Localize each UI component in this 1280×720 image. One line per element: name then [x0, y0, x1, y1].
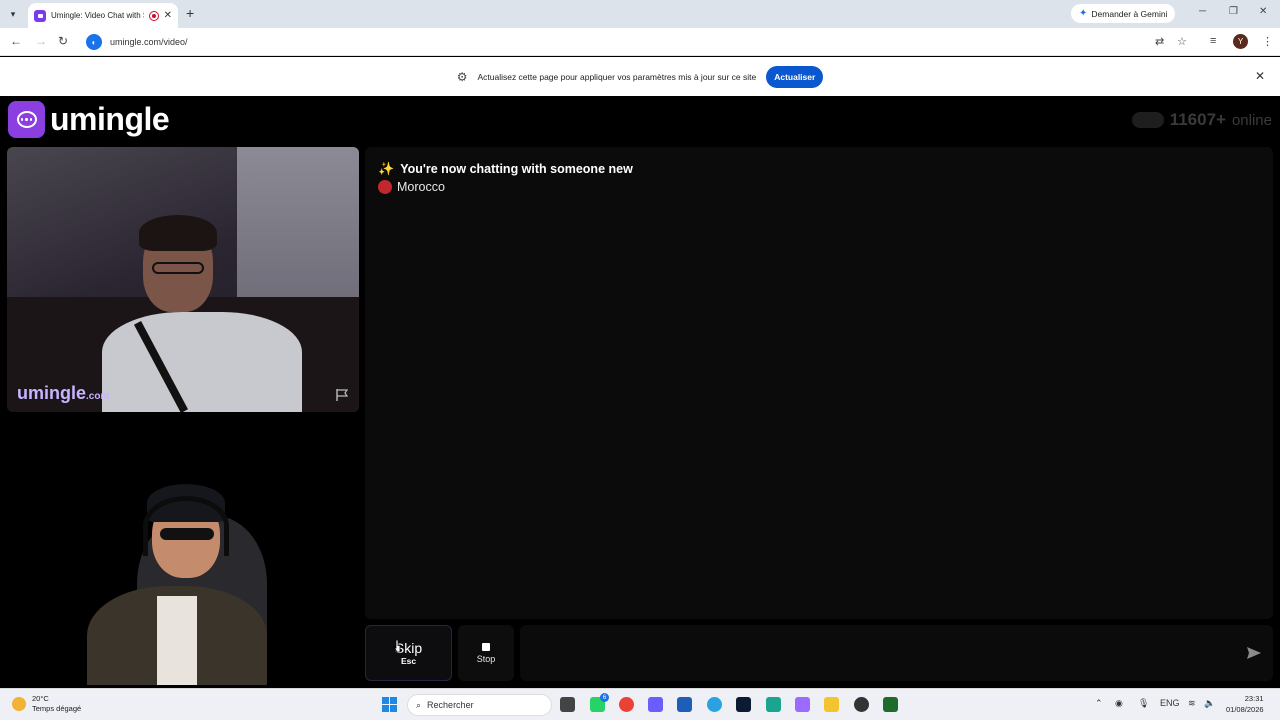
moon-weather-icon	[12, 697, 26, 711]
refresh-button[interactable]: Actualiser	[766, 65, 824, 88]
send-icon[interactable]	[1246, 646, 1262, 660]
windows-taskbar: 20°C Temps dégagé ⌕ Rechercher 6 ⌃ ◉ 🎙 E…	[0, 688, 1280, 720]
tray-overflow-icon[interactable]: ⌃	[1095, 698, 1103, 709]
chrome-icon[interactable]	[619, 697, 634, 712]
maximize-icon[interactable]: ❐	[1229, 6, 1238, 17]
window-close-icon[interactable]: ✕	[1259, 6, 1267, 17]
umingle-logo[interactable]: umingle	[8, 101, 170, 138]
gemini-sparkle-icon: ✦	[1079, 8, 1088, 19]
gear-icon: ⚙	[456, 69, 468, 84]
status-text: You're now chatting with someone new	[400, 162, 633, 176]
clock-date: 01/08/2026	[1226, 705, 1264, 714]
stop-button[interactable]: Stop	[458, 625, 514, 681]
stop-icon	[482, 642, 490, 651]
new-tab-button[interactable]: +	[186, 5, 194, 21]
telegram-icon[interactable]	[707, 697, 722, 712]
message-input[interactable]	[520, 625, 1273, 681]
microphone-icon[interactable]: 🎙	[1138, 698, 1149, 709]
settings-infobar: ⚙ Actualisez cette page pour appliquer v…	[0, 57, 1280, 96]
online-count: 11607+	[1169, 110, 1226, 129]
stop-label: Stop	[476, 653, 496, 664]
online-indicator: 11607+ online	[1131, 110, 1272, 130]
forward-icon[interactable]: →	[35, 34, 47, 48]
calculator-icon[interactable]	[677, 697, 692, 712]
wifi-icon[interactable]: ≋	[1188, 698, 1196, 709]
obs-icon[interactable]	[854, 697, 869, 712]
address-bar-row: ← → ↻ ◐ umingle.com/video/ ⇄ ☆ ≡ ⋮	[0, 28, 1280, 56]
taskbar-search[interactable]: ⌕ Rechercher	[407, 694, 552, 716]
url-text: umingle.com/video/	[110, 37, 188, 47]
translate-icon[interactable]: ⇄	[1155, 35, 1164, 48]
url-omnibox[interactable]: ◐ umingle.com/video/	[82, 31, 1142, 53]
photoshop-icon[interactable]	[736, 697, 751, 712]
search-placeholder: Rechercher	[427, 700, 474, 710]
skip-button[interactable]: Skip Esc	[365, 625, 452, 681]
umingle-app: umingle 11607+ online umingle.com ✨ You'…	[0, 96, 1280, 685]
infobar-message: Actualisez cette page pour appliquer vos…	[477, 71, 757, 82]
terminal-app-icon[interactable]	[883, 697, 898, 712]
weather-desc: Temps dégagé	[32, 704, 82, 713]
report-flag-icon[interactable]	[335, 388, 349, 402]
tab-close-icon[interactable]: ✕	[164, 10, 172, 21]
system-clock[interactable]: 23:31 01/08/2026	[1226, 693, 1264, 715]
watermark-main: umingle	[17, 383, 87, 403]
tab-umingle[interactable]: Umingle: Video Chat with S ✕	[28, 3, 178, 28]
gemini-button[interactable]: ✦ Demander à Gemini	[1071, 4, 1176, 23]
site-info-icon[interactable]: ◐	[86, 34, 102, 50]
browser-tab-bar: ▾ Umingle: Video Chat with S ✕ + ✦ Deman…	[0, 0, 1280, 28]
windows-start-icon[interactable]	[382, 697, 397, 712]
umingle-watermark: umingle.com	[17, 383, 109, 404]
logo-text: umingle	[50, 101, 170, 137]
remote-video: umingle.com	[7, 147, 359, 412]
media-control-icon[interactable]: ≡	[1210, 35, 1216, 47]
chat-bubble-logo-icon	[8, 101, 45, 138]
game-app-icon[interactable]	[795, 697, 810, 712]
language-indicator[interactable]: ENG	[1160, 698, 1180, 708]
chat-status-message: ✨ You're now chatting with someone new	[378, 161, 633, 177]
copilot-icon[interactable]	[648, 697, 663, 712]
browser-menu-icon[interactable]: ⋮	[1262, 35, 1273, 48]
skip-shortcut: Esc	[400, 656, 417, 666]
sparkle-icon: ✨	[378, 161, 395, 176]
weather-text: 20°C Temps dégagé	[32, 694, 81, 714]
tab-title: Umingle: Video Chat with S	[51, 11, 144, 20]
clock-time: 23:31	[1244, 694, 1264, 703]
umingle-favicon-icon	[34, 9, 46, 22]
online-toggle[interactable]	[1131, 112, 1164, 128]
gemini-label: Demander à Gemini	[1091, 8, 1168, 19]
recording-indicator-icon	[148, 10, 159, 21]
file-explorer-icon[interactable]	[824, 697, 839, 712]
country-name: Morocco	[397, 180, 445, 194]
mouse-pointer-icon	[392, 639, 401, 653]
volume-icon[interactable]: 🔈	[1204, 698, 1215, 709]
chat-panel: ✨ You're now chatting with someone new M…	[365, 147, 1273, 619]
task-view-icon[interactable]	[560, 697, 575, 712]
tab-search-dropdown-icon[interactable]: ▾	[5, 6, 21, 22]
local-video	[7, 476, 282, 685]
profile-avatar[interactable]: Y	[1233, 34, 1248, 49]
reload-icon[interactable]: ↻	[58, 34, 68, 48]
sheets-app-icon[interactable]	[766, 697, 781, 712]
minimize-icon[interactable]: ─	[1199, 6, 1206, 17]
whatsapp-badge: 6	[600, 693, 609, 702]
weather-widget[interactable]: 20°C Temps dégagé	[12, 694, 81, 714]
bookmark-star-icon[interactable]: ☆	[1177, 35, 1187, 48]
partner-country: Morocco	[378, 180, 445, 194]
whatsapp-icon[interactable]: 6	[590, 693, 609, 712]
watermark-suffix: .com	[86, 391, 110, 402]
infobar-close-icon[interactable]: ✕	[1255, 69, 1265, 83]
weather-temp: 20°C	[32, 694, 49, 703]
tray-app-icon[interactable]: ◉	[1115, 698, 1123, 709]
back-icon[interactable]: ←	[10, 34, 22, 48]
search-icon: ⌕	[416, 699, 422, 710]
morocco-flag-icon	[378, 180, 392, 194]
online-label: online	[1231, 111, 1272, 129]
